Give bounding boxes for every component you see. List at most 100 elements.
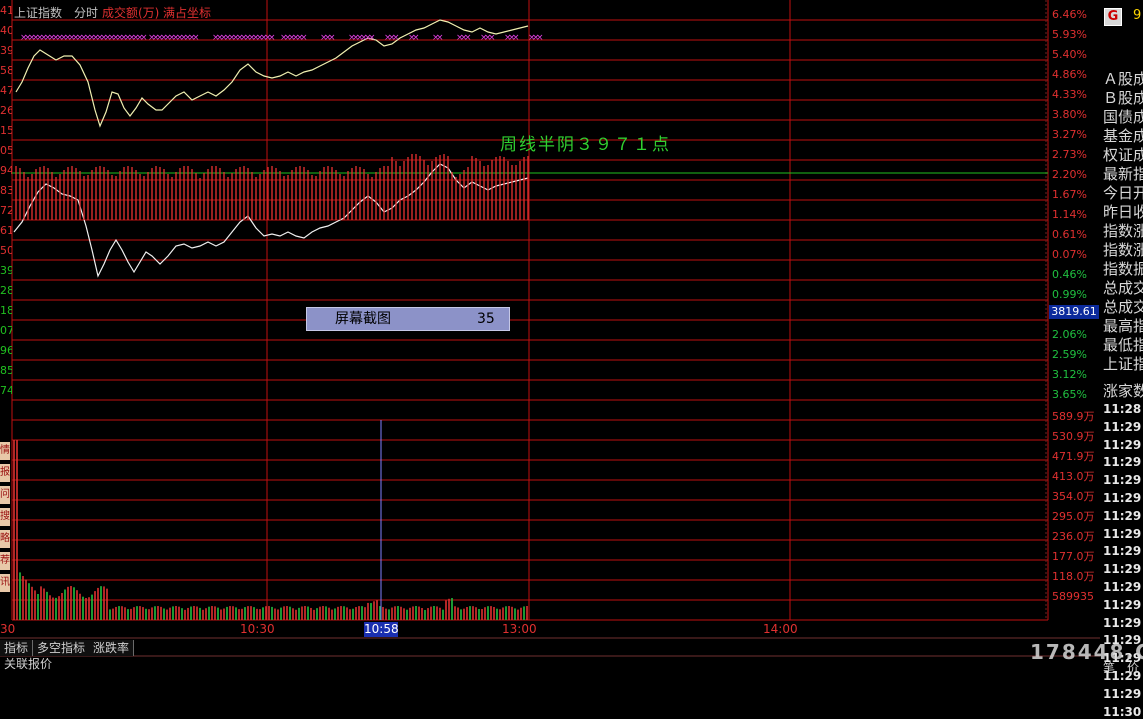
screenshot-label: 屏幕截图 [335,311,391,327]
tick-time: 11:30 [1103,704,1142,719]
price-scale-label: 2.73% [1052,148,1087,161]
intraday-chart[interactable]: ××××××××××××××××××××××××××××××× ×××××××××… [0,0,1143,678]
signal-marker: × [412,33,420,43]
price-scale-label: 1.67% [1052,188,1087,201]
panel-item: 指数涨 [1103,222,1143,240]
coordinate-mode-label[interactable]: 满占坐标 [163,4,211,21]
price-scale-label: 5.40% [1052,48,1087,61]
tick-time: 11:29 [1103,562,1142,577]
price-scale-label: 2.06% [1052,328,1087,341]
price-scale-label: 3.65% [1052,388,1087,401]
price-scale-label: 0.61% [1052,228,1087,241]
screenshot-popup[interactable]: 屏幕截图 35 [306,307,510,331]
price-scale-label: 0.07% [1052,248,1087,261]
signal-marker: × [436,33,444,43]
tick-time: 11:29 [1103,455,1142,470]
panel-item: 总成交 [1103,298,1143,316]
signal-marker: × [368,33,376,43]
price-scale-label: 1.14% [1052,208,1087,221]
related-quote-tab[interactable]: 关联报价 [0,657,57,671]
panel-item: 国债成 [1103,108,1143,126]
panel-item: 最低指 [1103,336,1143,354]
tab-long-short-indicator[interactable]: 多空指标 [33,640,91,656]
tick-time: 11:29 [1103,580,1142,594]
signal-marker: × [140,33,148,43]
tick-time: 11:29 [1103,615,1142,630]
volume-scale-label: 118.0万 [1052,570,1095,583]
volume-scale-label: 236.0万 [1052,530,1095,543]
side-button[interactable]: 讯 [0,574,10,593]
signal-marker: × [536,33,544,43]
volume-scale-label: 471.9万 [1052,450,1095,463]
tick-time: 11:29 [1103,508,1142,523]
left-scale-label: 50 [0,244,12,257]
tick-time: 11:29 [1103,686,1142,701]
panel-item: 最新指 [1103,165,1143,183]
volume-scale-label: 177.0万 [1052,550,1095,563]
site-watermark: 178448.COM [1030,640,1143,664]
g-logo-icon[interactable]: G [1104,8,1122,26]
left-scale-label: 83 [0,184,12,197]
side-button[interactable]: 搜 [0,508,10,527]
tick-time: 11:29 [1103,437,1142,452]
left-scale-label: 85 [0,364,12,377]
volume-scale-label: 530.9万 [1052,430,1095,443]
side-button[interactable]: 略 [0,530,10,549]
panel-item: Ａ股成 [1103,70,1143,88]
left-scale-label: 39 [0,264,12,277]
left-scale-label: 39 [0,44,12,57]
left-scale-label: 40 [0,24,12,37]
tab-indicator[interactable]: 指标 [0,640,34,656]
volume-scale-label: 295.0万 [1052,510,1095,523]
price-scale-label: 5.93% [1052,28,1087,41]
panel-item: 权证成 [1103,146,1143,164]
x-tick-1300: 13:00 [502,622,537,636]
cursor-time-badge: 10:58 [364,622,399,637]
bottom-bar-bg [0,638,1100,678]
index-name[interactable]: 上证指数 [14,4,62,21]
left-scale-label: 72 [0,204,12,217]
left-scale-label: 41 [0,4,12,17]
panel-item: 指数涨 [1103,241,1143,259]
volume-scale-label: 413.0万 [1052,470,1095,483]
mode-label[interactable]: 分时 [74,4,98,21]
price-scale-label: 3.12% [1052,368,1087,381]
signal-marker: × [512,33,520,43]
left-scale-label: 74 [0,384,12,397]
price-scale-label: 3.27% [1052,128,1087,141]
left-scale-label: 61 [0,224,12,237]
panel-item: 上证指 [1103,355,1143,373]
panel-top-value: 9 [1133,8,1142,23]
signal-marker: × [328,33,336,43]
panel-item: Ｂ股成 [1103,89,1143,107]
tick-time: 11:29 [1103,491,1142,505]
volume-label[interactable]: 成交额(万) [102,4,159,21]
tab-advance-decline[interactable]: 涨跌率 [89,640,135,656]
left-scale-label: 18 [0,304,12,317]
signal-marker: × [268,33,276,43]
side-button[interactable]: 问 [0,486,10,505]
panel-item: 昨日收 [1103,203,1143,221]
left-scale-label: 26 [0,104,12,117]
signal-marker: × [464,33,472,43]
volume-scale-label: 354.0万 [1052,490,1095,503]
left-scale-label: 05 [0,144,12,157]
panel-item: 总成交 [1103,279,1143,297]
price-scale-label: 6.46% [1052,8,1087,21]
volume-scale-label: 589935 [1052,590,1094,603]
left-scale-label: 94 [0,164,12,177]
side-button[interactable]: 荐 [0,552,10,571]
price-scale-label: 0.46% [1052,268,1087,281]
tick-time: 11:29 [1103,597,1142,612]
x-tick-open: 30 [0,622,16,636]
side-button[interactable]: 报 [0,464,10,483]
chart-annotation: 周线半阴３９７１点 [500,135,671,155]
price-scale-label: 3.80% [1052,108,1087,121]
price-scale-label: 0.99% [1052,288,1087,301]
left-scale-label: 58 [0,64,12,77]
left-scale-label: 07 [0,324,12,337]
x-tick-1030: 10:30 [240,622,275,636]
side-button[interactable]: 情 [0,442,10,461]
left-scale-label: 28 [0,284,12,297]
price-scale-label: 4.33% [1052,88,1087,101]
